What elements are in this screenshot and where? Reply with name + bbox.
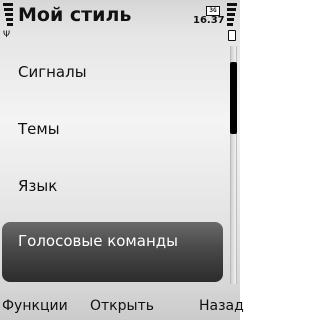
page-title: Мой стиль — [18, 4, 132, 26]
menu-item-language[interactable]: Язык — [18, 177, 57, 197]
menu-item-voice-commands[interactable]: Голосовые команды — [18, 232, 178, 250]
softkey-back[interactable]: Назад — [199, 298, 244, 314]
softkey-open[interactable]: Открыть — [90, 298, 154, 314]
phone-screen: Ψ Мой стиль 3G 16.37 Сигналы Темы Язык Г… — [0, 0, 244, 320]
clock: 16.37 — [193, 15, 225, 26]
battery-icon — [228, 30, 236, 41]
selection-highlight[interactable] — [2, 222, 223, 282]
scrollbar-thumb[interactable] — [230, 62, 237, 134]
softkey-options[interactable]: Функции — [2, 298, 68, 314]
antenna-icon: Ψ — [3, 30, 11, 40]
menu-item-themes[interactable]: Темы — [18, 120, 60, 140]
menu-item-signals[interactable]: Сигналы — [18, 63, 87, 83]
